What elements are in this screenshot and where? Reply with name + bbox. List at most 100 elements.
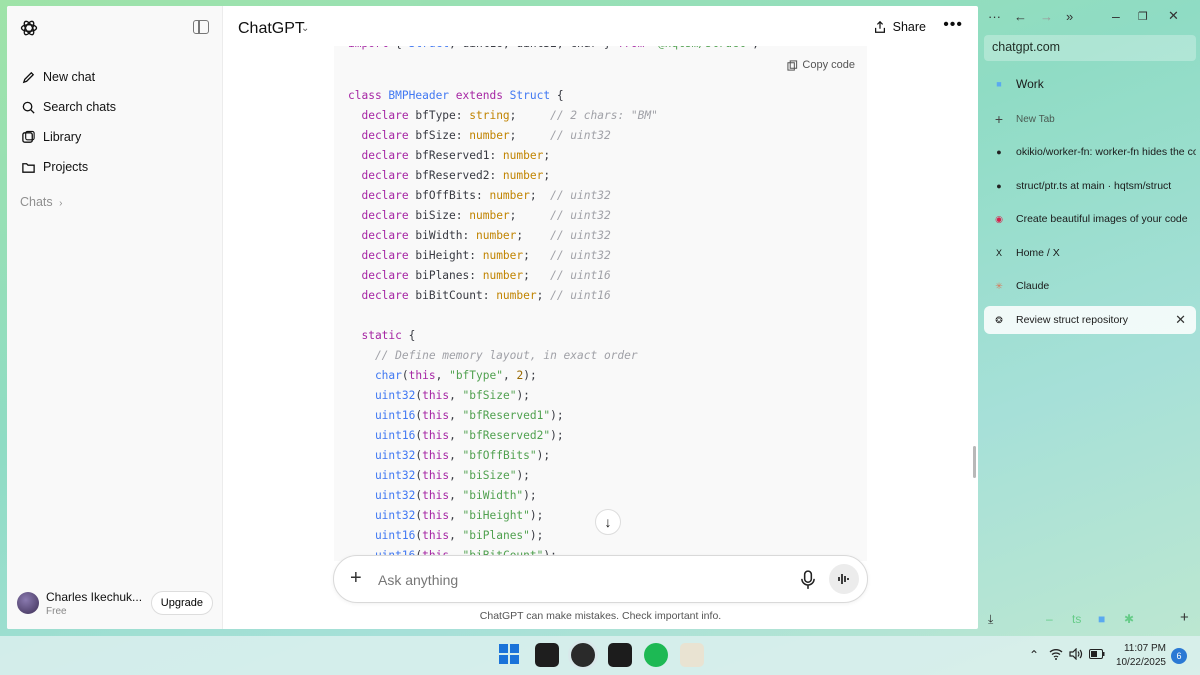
compose-icon	[20, 69, 36, 85]
forward-icon[interactable]: →	[1040, 9, 1053, 24]
sidebar-item-projects[interactable]: Projects	[7, 152, 222, 182]
model-selector[interactable]: ChatGPT	[238, 20, 305, 38]
editor-app-icon[interactable]	[608, 643, 632, 667]
code-token: bfOffBits:	[415, 189, 490, 202]
code-token: ,	[449, 389, 463, 402]
spotify-app-icon[interactable]	[644, 643, 668, 667]
pinned-item-icon[interactable]: –	[1046, 612, 1053, 626]
code-line: // Define memory layout, in exact order	[348, 346, 638, 366]
menu-icon[interactable]: ···	[988, 9, 1001, 24]
code-line: declare bfReserved1: number;	[348, 146, 550, 166]
url-bar[interactable]: chatgpt.com	[984, 35, 1196, 61]
code-line: declare biPlanes: number; // uint16	[348, 266, 610, 286]
pinned-item-icon[interactable]: ✱	[1124, 612, 1134, 626]
chatgpt-window: New chat Search chats Library Projects C…	[7, 6, 978, 629]
wifi-icon[interactable]	[1049, 648, 1063, 663]
more-options-button[interactable]: •••	[943, 16, 963, 34]
claude-icon: ✳	[995, 280, 1003, 291]
sidebar-item-new-chat[interactable]: New chat	[7, 62, 222, 92]
taskbar: ⌃ 11:07 PM 10/22/2025 6	[0, 636, 1200, 675]
download-icon[interactable]: ⤓	[988, 612, 993, 627]
folder-icon	[20, 159, 36, 175]
code-token: ,	[435, 369, 450, 382]
browser-tab[interactable]: ● okikio/worker-fn: worker-fn hides the c…	[984, 138, 1196, 166]
code-token: class	[348, 89, 389, 102]
browser-toolbar: ··· ← → » – ❐ ✕	[988, 8, 1192, 24]
pinned-item-icon[interactable]: ■	[1098, 612, 1105, 626]
code-token: from	[617, 46, 651, 50]
chatgpt-app-icon[interactable]	[571, 643, 595, 667]
share-button[interactable]: Share	[873, 20, 926, 34]
chats-section-header[interactable]: Chats ›	[20, 195, 62, 209]
code-token: ;	[509, 109, 551, 122]
clock-date: 10/22/2025	[1115, 657, 1166, 668]
scrollbar-handle[interactable]	[973, 446, 976, 478]
upgrade-button[interactable]: Upgrade	[150, 591, 213, 615]
code-token: ;	[516, 229, 551, 242]
code-token: declare	[348, 249, 416, 262]
figma-app-icon[interactable]	[535, 643, 559, 667]
notes-app-icon[interactable]	[680, 643, 704, 667]
close-tab-icon[interactable]: ✕	[1175, 312, 1186, 328]
browser-tab[interactable]: ❂ Review struct repository ✕	[984, 306, 1196, 334]
back-icon[interactable]: ←	[1014, 9, 1027, 24]
notification-badge[interactable]: 6	[1171, 648, 1187, 664]
chevron-up-icon[interactable]: ⌃	[1029, 648, 1039, 662]
code-line: uint32(this, "biSize");	[348, 466, 530, 486]
copy-code-button[interactable]: Copy code	[787, 59, 855, 71]
restore-icon[interactable]: ❐	[1138, 10, 1148, 23]
code-token: '@hqtsm/struct'	[651, 46, 752, 50]
browser-tab[interactable]: + New Tab	[984, 105, 1196, 133]
code-line: char(this, "bfType", 2);	[348, 366, 537, 386]
sidebar: New chat Search chats Library Projects C…	[7, 6, 223, 629]
disclaimer: ChatGPT can make mistakes. Check importa…	[479, 610, 722, 622]
new-tab-icon[interactable]: +	[1180, 609, 1189, 626]
code-token: );	[536, 449, 551, 462]
code-token: , uint16, uint32, char }	[449, 46, 617, 50]
minimize-icon[interactable]: –	[1112, 8, 1120, 24]
browser-tab[interactable]: ◉ Create beautiful images of your code	[984, 205, 1196, 233]
browser-tab-title: Create beautiful images of your code	[1016, 213, 1188, 225]
browser-tab[interactable]: ■ Work	[984, 70, 1196, 98]
sidebar-item-search-chats[interactable]: Search chats	[7, 92, 222, 122]
sidebar-toggle-icon[interactable]	[193, 20, 209, 34]
code-token: declare	[348, 229, 416, 242]
code-token: );	[516, 389, 530, 402]
chevron-down-icon[interactable]: ⌄	[301, 23, 309, 34]
code-token: uint16	[348, 429, 416, 442]
fast-forward-icon[interactable]: »	[1066, 9, 1073, 24]
chatgpt-icon: ❂	[995, 314, 1003, 325]
chatgpt-logo-icon[interactable]	[19, 18, 39, 38]
pinned-item-icon[interactable]: ts	[1072, 612, 1081, 626]
code-token: ;	[536, 289, 551, 302]
sidebar-item-label: Search chats	[43, 100, 116, 114]
code-token: {	[395, 46, 408, 50]
user-profile[interactable]: Charles Ikechuk... Free Upgrade	[17, 587, 213, 619]
code-token: {	[408, 329, 416, 342]
browser-tab[interactable]: ● struct/ptr.ts at main · hqtsm/struct	[984, 172, 1196, 200]
code-token: uint32	[348, 389, 416, 402]
browser-tab[interactable]: X Home / X	[984, 239, 1196, 267]
scroll-down-button[interactable]: ↓	[595, 509, 621, 535]
code-token: // uint16	[550, 289, 611, 302]
close-window-icon[interactable]: ✕	[1168, 8, 1179, 24]
code-token: number	[469, 209, 510, 222]
clock[interactable]: 11:07 PM 10/22/2025	[1116, 642, 1166, 670]
browser-tab-title: New Tab	[1016, 113, 1055, 125]
sidebar-item-library[interactable]: Library	[7, 122, 222, 152]
battery-icon[interactable]	[1089, 648, 1105, 662]
code-token: declare	[348, 129, 416, 142]
microphone-icon[interactable]	[799, 570, 817, 590]
code-token: ,	[449, 509, 463, 522]
code-token: number	[482, 269, 524, 282]
code-token: static	[348, 329, 409, 342]
sidebar-item-label: Projects	[43, 160, 89, 174]
code-token: (	[401, 369, 409, 382]
browser-tab[interactable]: ✳ Claude	[984, 272, 1196, 300]
volume-icon[interactable]	[1069, 647, 1083, 663]
add-attachment-button[interactable]: +	[350, 568, 362, 588]
voice-mode-button[interactable]	[829, 564, 859, 594]
code-token: "bfOffBits"	[462, 449, 537, 462]
start-button[interactable]	[498, 643, 522, 667]
prompt-input[interactable]	[378, 569, 758, 591]
